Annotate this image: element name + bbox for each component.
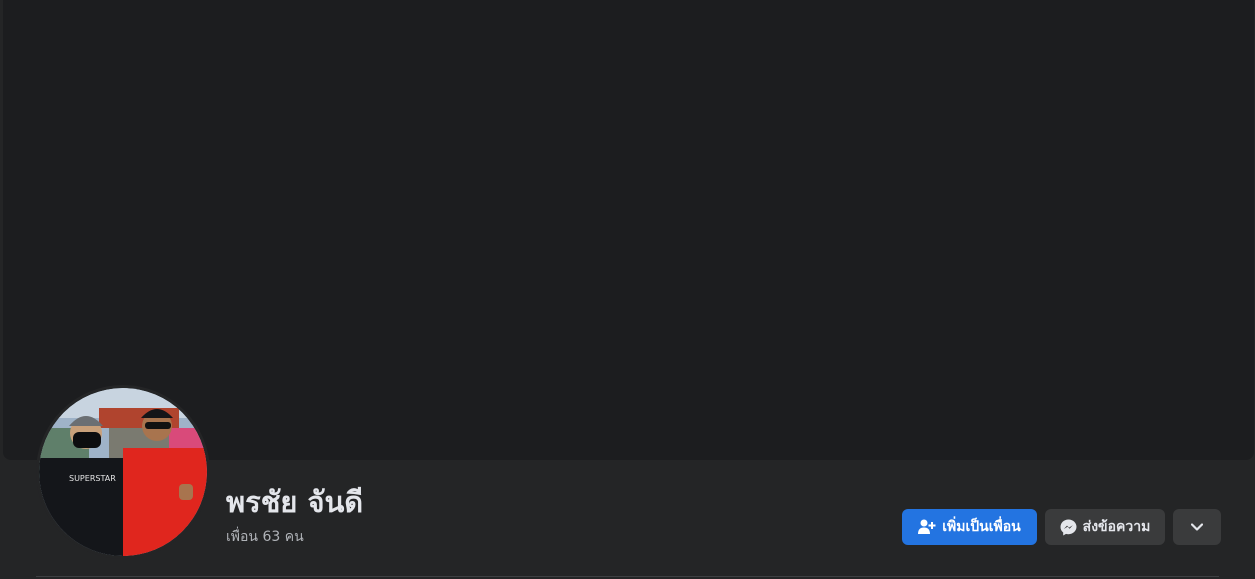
profile-name[interactable]: พรชัย จันดี [226, 483, 363, 521]
add-friend-button[interactable]: เพิ่มเป็นเพื่อน [902, 509, 1037, 545]
cover-photo[interactable] [3, 0, 1254, 460]
user-plus-icon [918, 519, 936, 535]
more-options-button[interactable] [1173, 509, 1221, 545]
message-button[interactable]: ส่งข้อความ [1045, 509, 1165, 545]
profile-picture-frame[interactable]: SUPERSTAR [36, 385, 210, 559]
messenger-icon [1060, 519, 1077, 536]
chevron-down-icon [1191, 523, 1203, 531]
header-divider [36, 576, 1219, 577]
profile-picture[interactable]: SUPERSTAR [39, 388, 207, 556]
avatar-shirt-text: SUPERSTAR [69, 474, 116, 483]
add-friend-label: เพิ่มเป็นเพื่อน [942, 519, 1021, 535]
message-label: ส่งข้อความ [1082, 519, 1151, 535]
friends-count[interactable]: เพื่อน 63 คน [226, 526, 304, 548]
